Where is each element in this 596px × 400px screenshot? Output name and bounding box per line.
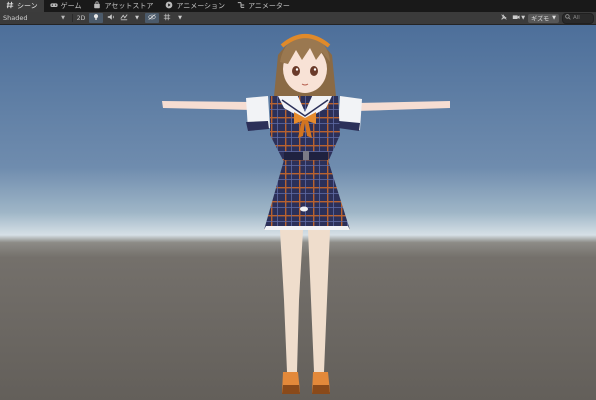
audio-toggle[interactable]	[106, 13, 116, 23]
hierarchy-search-field[interactable]: All	[562, 12, 594, 24]
tab-label: シーン	[17, 2, 38, 10]
tab-label: アニメーター	[248, 2, 290, 10]
toolbar-separator	[72, 14, 73, 22]
effects-dropdown[interactable]: ▼	[132, 13, 142, 23]
grid-dropdown[interactable]: ▼	[175, 13, 185, 23]
hidden-objects-toggle[interactable]	[145, 13, 159, 23]
scene-toolbar: Shaded ▼ 2D ▼ ▼ ▼ ギズモ ▼ All	[0, 12, 596, 25]
editor-tab-bar: シーン ゲーム アセットストア アニメーション アニメーター	[0, 0, 596, 12]
play-circle-icon	[165, 1, 173, 11]
character-model[interactable]	[0, 25, 596, 400]
gizmos-dropdown[interactable]: ギズモ ▼	[528, 13, 559, 23]
tab-label: ゲーム	[60, 2, 82, 10]
animator-icon	[237, 1, 245, 11]
tab-game[interactable]: ゲーム	[44, 0, 88, 12]
tab-animation[interactable]: アニメーション	[159, 0, 231, 12]
wrench-icon	[500, 13, 508, 23]
shopping-bag-icon	[93, 1, 101, 11]
dropdown-arrow-icon: ▼	[61, 15, 65, 21]
shading-mode-value: Shaded	[3, 14, 28, 22]
tab-label: アニメーション	[176, 2, 226, 10]
effects-toggle[interactable]	[119, 13, 129, 23]
mode-2d-toggle[interactable]: 2D	[76, 13, 86, 23]
effects-icon	[120, 13, 128, 23]
hashtag-icon	[6, 1, 14, 11]
dropdown-arrow-icon: ▼	[178, 15, 182, 21]
scene-viewport[interactable]	[0, 25, 596, 400]
lightbulb-icon	[92, 13, 100, 23]
search-filter-value: All	[573, 15, 580, 21]
lighting-toggle[interactable]	[89, 13, 103, 23]
grid-icon	[163, 13, 171, 23]
shading-mode-dropdown[interactable]: Shaded ▼	[0, 13, 68, 23]
dropdown-arrow-icon: ▼	[521, 15, 526, 21]
eye-slash-icon	[148, 13, 156, 23]
tools-button[interactable]	[499, 13, 509, 23]
gamepad-icon	[50, 1, 58, 11]
dropdown-arrow-icon: ▼	[135, 15, 139, 21]
grid-toggle[interactable]	[162, 13, 172, 23]
tab-asset-store[interactable]: アセットストア	[87, 0, 159, 12]
speaker-icon	[107, 13, 115, 23]
tab-animator[interactable]: アニメーター	[231, 0, 296, 12]
gizmos-label: ギズモ	[531, 15, 550, 23]
tab-label: アセットストア	[104, 2, 154, 10]
toolbar-right-group: ▼ ギズモ ▼ All	[496, 12, 594, 24]
dropdown-arrow-icon: ▼	[552, 15, 556, 21]
camera-icon	[512, 13, 520, 23]
search-icon	[565, 14, 571, 22]
tab-scene[interactable]: シーン	[0, 0, 44, 12]
camera-button[interactable]: ▼	[512, 13, 525, 23]
